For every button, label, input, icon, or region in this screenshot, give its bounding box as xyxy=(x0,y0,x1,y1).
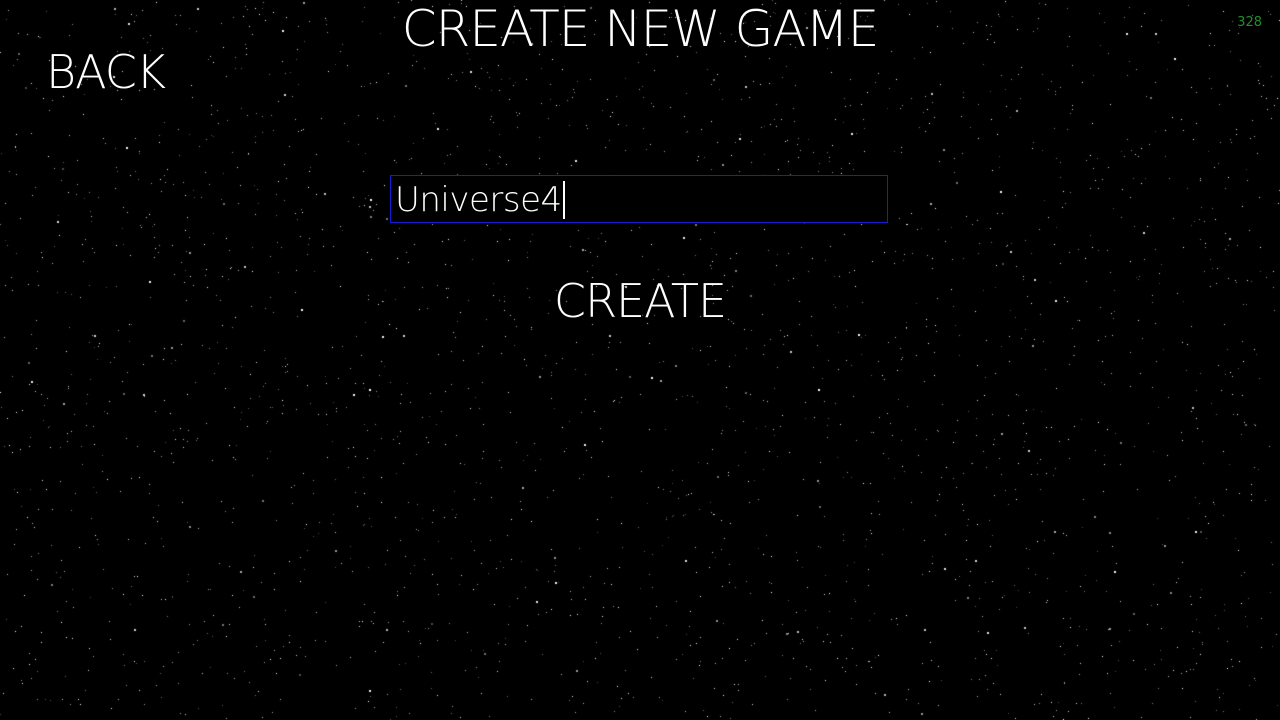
page-title: CREATE NEW GAME xyxy=(401,0,880,58)
fps-counter: 328 xyxy=(1237,15,1262,30)
game-screen: CREATE NEW GAME BACK 328 Universe4 CREAT… xyxy=(0,0,1280,720)
create-button-row: CREATE xyxy=(0,272,1280,330)
game-name-input[interactable]: Universe4 xyxy=(390,175,888,223)
create-button[interactable]: CREATE xyxy=(554,274,727,328)
game-name-input-value-wrap: Universe4 xyxy=(395,176,565,224)
text-caret xyxy=(562,180,565,219)
starfield-background xyxy=(0,0,1280,720)
back-button[interactable]: BACK xyxy=(46,44,166,100)
game-name-input-value: Universe4 xyxy=(395,180,562,220)
